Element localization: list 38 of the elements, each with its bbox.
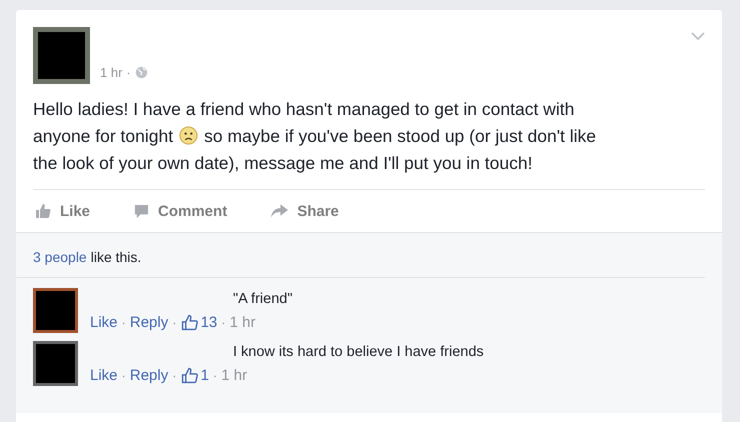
comment-button[interactable]: Comment — [134, 202, 228, 220]
share-button[interactable]: Share — [271, 202, 339, 220]
avatar-placeholder — [33, 288, 78, 333]
reply-link[interactable]: Reply — [130, 367, 168, 384]
comment-time[interactable]: 1 hr — [230, 314, 256, 331]
thumbs-up-icon — [180, 367, 198, 384]
separator-dot: · — [221, 315, 226, 330]
likers-link[interactable]: 3 people — [33, 249, 87, 265]
post-text: Hello ladies! I have a friend who hasn't managed to get in contact with — [33, 98, 574, 121]
separator-dot: · — [212, 368, 218, 383]
like-link[interactable]: Like — [90, 367, 118, 384]
avatar-placeholder — [33, 27, 90, 84]
sad-face-icon — [179, 126, 198, 145]
arrow-icon — [271, 204, 288, 218]
comment-text: "A friend" — [232, 290, 292, 309]
likes-text: like this. — [90, 249, 142, 265]
post-text: so maybe if you've been stood up (or just don't like — [204, 124, 596, 148]
post-text: the look of your own date), message me and I'll put you in touch! — [33, 152, 532, 175]
speech-bubble-icon — [134, 204, 150, 218]
globe-icon[interactable] — [134, 66, 148, 79]
like-count[interactable]: 13 — [180, 314, 218, 331]
separator-dot: · — [122, 368, 126, 383]
comment-time[interactable]: 1 hr — [221, 367, 248, 384]
like-button[interactable]: Like — [35, 202, 90, 220]
like-link[interactable]: Like — [90, 314, 118, 331]
avatar-placeholder — [33, 341, 78, 386]
post-text: anyone for tonight — [33, 124, 174, 148]
thumbs-up-icon — [35, 203, 51, 219]
thumbs-up-icon — [180, 314, 198, 331]
chevron-down-icon[interactable] — [691, 32, 705, 41]
like-count[interactable]: 1 — [180, 367, 209, 384]
separator-dot: · — [122, 315, 126, 330]
reply-link[interactable]: Reply — [130, 314, 168, 331]
separator-dot: · — [172, 315, 177, 330]
post-time[interactable]: 1 hr — [100, 65, 122, 80]
separator-dot: · — [126, 65, 131, 80]
comment-text: I know its hard to believe I have friends — [232, 343, 484, 362]
separator-dot: · — [172, 368, 177, 383]
